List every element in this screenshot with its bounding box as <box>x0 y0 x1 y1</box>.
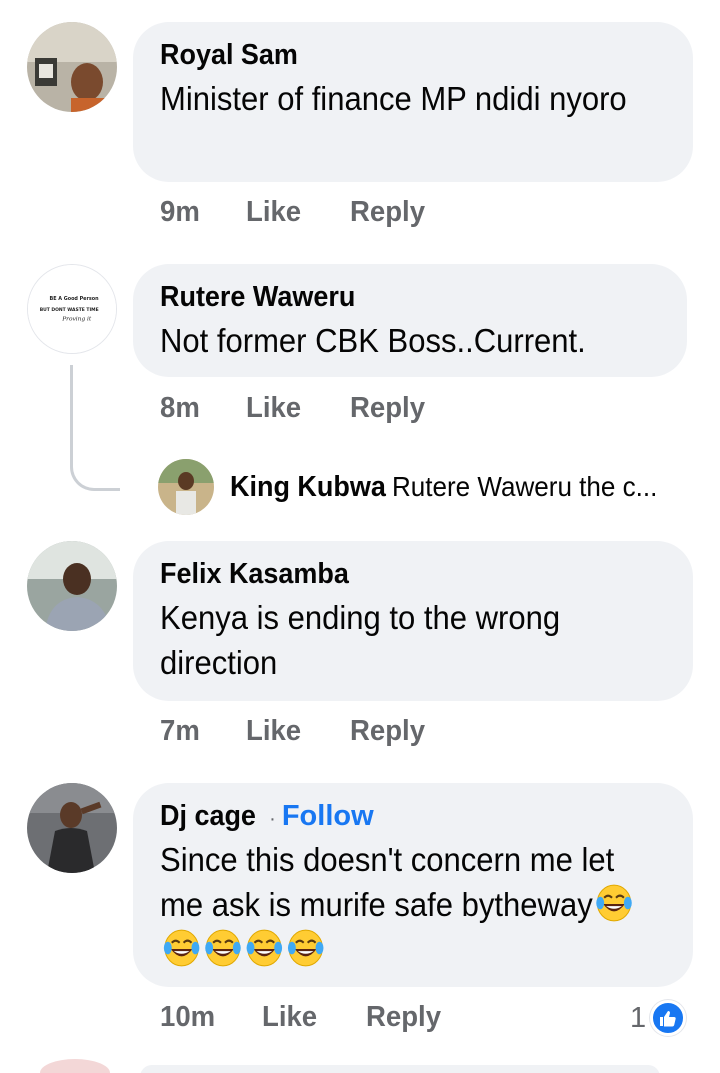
reply-button[interactable]: Reply <box>350 715 425 748</box>
comment-actions: 10m Like Reply <box>160 1001 491 1034</box>
comment-bubble-next[interactable] <box>140 1065 660 1073</box>
reply-author[interactable]: King Kubwa <box>230 471 386 504</box>
laughing-crying-emoji <box>205 929 241 967</box>
comment-bubble-felix-kasamba[interactable]: Felix Kasamba Kenya is ending to the wro… <box>133 541 693 701</box>
avatar-line-1: BE A Good Person <box>50 296 100 302</box>
separator-dot: · <box>269 808 276 830</box>
reaction-count: 1 <box>630 1001 647 1034</box>
reaction-summary[interactable]: 1 <box>630 1000 687 1036</box>
follow-button[interactable]: Follow <box>282 800 374 832</box>
comment-bubble-royal-sam[interactable]: Royal Sam Minister of finance MP ndidi n… <box>133 22 693 182</box>
comment-bubble-dj-cage[interactable]: Dj cage · Follow Since this doesn't concer… <box>133 783 693 987</box>
comment-timestamp[interactable]: 7m <box>160 715 200 748</box>
laughing-crying-emoji <box>163 929 200 967</box>
comment-bubble-rutere-waweru[interactable]: Rutere Waweru Not former CBK Boss..Curre… <box>133 264 687 377</box>
avatar-rutere-waweru[interactable]: BE A Good Person BUT DONT WASTE TIME Pro… <box>27 264 117 354</box>
avatar-dj-cage[interactable] <box>27 783 117 873</box>
comment-timestamp[interactable]: 8m <box>160 392 200 425</box>
avatar-king-kubwa[interactable] <box>158 459 214 515</box>
comment-text: Kenya is ending to the wrong direction <box>160 599 561 681</box>
comment-text-body: Since this doesn't concern me let me ask… <box>160 841 615 923</box>
like-button[interactable]: Like <box>262 1001 317 1034</box>
comment-actions: 7m Like Reply <box>160 715 475 748</box>
comment-timestamp[interactable]: 10m <box>160 1001 215 1034</box>
reply-thread-connector <box>70 365 120 491</box>
thumbs-up-icon <box>650 1000 687 1036</box>
comment-author[interactable]: Felix Kasamba <box>160 557 349 591</box>
reply-button[interactable]: Reply <box>350 392 425 425</box>
reply-button[interactable]: Reply <box>366 1001 441 1034</box>
avatar-royal-sam[interactable] <box>27 22 117 112</box>
comment-timestamp[interactable]: 9m <box>160 196 200 229</box>
laughing-crying-emoji <box>596 884 633 922</box>
avatar-next-comment[interactable] <box>40 1059 110 1073</box>
comment-actions: 8m Like Reply <box>160 392 475 425</box>
avatar-line-2: BUT DONT WASTE TIME <box>40 307 99 313</box>
like-button[interactable]: Like <box>246 196 301 229</box>
comment-actions: 9m Like Reply <box>160 196 475 229</box>
laughing-crying-emoji <box>287 929 324 967</box>
avatar-line-3: Proving it <box>61 317 92 323</box>
reply-text: Rutere Waweru the c... <box>391 471 657 502</box>
comment-text: Minister of finance MP ndidi nyoro <box>160 80 627 117</box>
comment-author[interactable]: Dj cage <box>160 799 256 833</box>
comment-author[interactable]: Rutere Waweru <box>160 280 355 314</box>
reply-preview[interactable]: King Kubwa Rutere Waweru the c... <box>158 459 677 515</box>
like-button[interactable]: Like <box>246 392 301 425</box>
comment-author[interactable]: Royal Sam <box>160 38 298 72</box>
laughing-crying-emoji <box>246 929 283 967</box>
reply-button[interactable]: Reply <box>350 196 425 229</box>
comment-text: Since this doesn't concern me let me ask… <box>160 837 638 972</box>
comment-text: Not former CBK Boss..Current. <box>160 322 586 359</box>
like-button[interactable]: Like <box>246 715 301 748</box>
avatar-felix-kasamba[interactable] <box>27 541 117 631</box>
